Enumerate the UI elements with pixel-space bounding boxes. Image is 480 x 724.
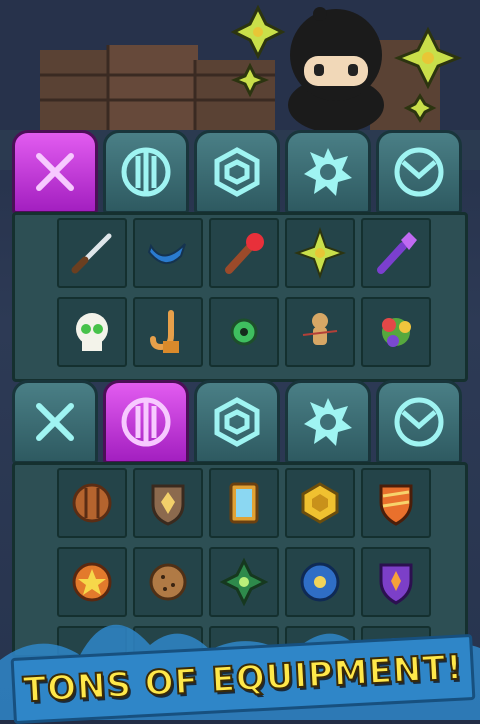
tab-gems[interactable]: [194, 380, 280, 464]
banner-text: TONS OF EQUIPMENT!: [21, 647, 465, 712]
item-slot[interactable]: [361, 468, 431, 538]
hex-gold-shield-icon: [301, 482, 339, 524]
gem-icon: [214, 397, 260, 447]
top-equipment-panel: [0, 130, 480, 390]
tab-weapons[interactable]: [12, 130, 98, 214]
torch-icon: [225, 233, 264, 274]
item-slot[interactable]: [209, 218, 279, 288]
swords-icon: [36, 403, 74, 441]
tab-weapons[interactable]: [12, 380, 98, 464]
swords-icon: [36, 153, 74, 191]
item-slot[interactable]: [57, 297, 127, 367]
item-slot[interactable]: [209, 468, 279, 538]
tab-gems[interactable]: [194, 130, 280, 214]
saw-blade-icon: [304, 398, 352, 446]
mirror-shield-icon: [229, 482, 259, 524]
tab-shields[interactable]: [103, 130, 189, 214]
tab-shields[interactable]: [103, 380, 189, 464]
dagger-icon: [71, 233, 112, 274]
voodoo-doll-icon: [302, 313, 338, 345]
green-orb-icon: [230, 318, 258, 346]
boomerang-icon: [147, 243, 186, 264]
tab-armor[interactable]: [376, 380, 462, 464]
top-tab-bar: [0, 130, 480, 214]
armor-icon: [394, 147, 444, 197]
item-slot[interactable]: [209, 297, 279, 367]
round-shield-icon: [121, 147, 171, 197]
item-slot[interactable]: [285, 468, 355, 538]
striped-shield-icon: [379, 484, 413, 526]
tab-throwables[interactable]: [285, 380, 371, 464]
wooden-round-shield-icon: [72, 483, 112, 523]
tab-throwables[interactable]: [285, 130, 371, 214]
round-shield-icon: [121, 397, 171, 447]
spiked-gear-icon: [382, 318, 411, 347]
item-slot[interactable]: [361, 218, 431, 288]
ninja-character: [288, 7, 384, 133]
armor-icon: [394, 397, 444, 447]
item-slot[interactable]: [285, 218, 355, 288]
item-slot[interactable]: [133, 297, 203, 367]
item-slot[interactable]: [57, 468, 127, 538]
saw-blade-icon: [304, 148, 352, 196]
item-slot[interactable]: [361, 297, 431, 367]
gem-icon: [214, 147, 260, 197]
hook-icon: [150, 310, 179, 353]
skull-icon: [76, 313, 108, 351]
item-slot[interactable]: [57, 218, 127, 288]
item-slot[interactable]: [285, 297, 355, 367]
item-slot[interactable]: [133, 468, 203, 538]
shuriken-icon: [293, 226, 347, 280]
tab-armor[interactable]: [376, 130, 462, 214]
crest-shield-icon: [151, 484, 185, 526]
purple-staff-icon: [377, 232, 417, 274]
item-slot[interactable]: [133, 218, 203, 288]
top-item-grid: [12, 212, 468, 382]
bottom-tab-bar: [0, 380, 480, 464]
